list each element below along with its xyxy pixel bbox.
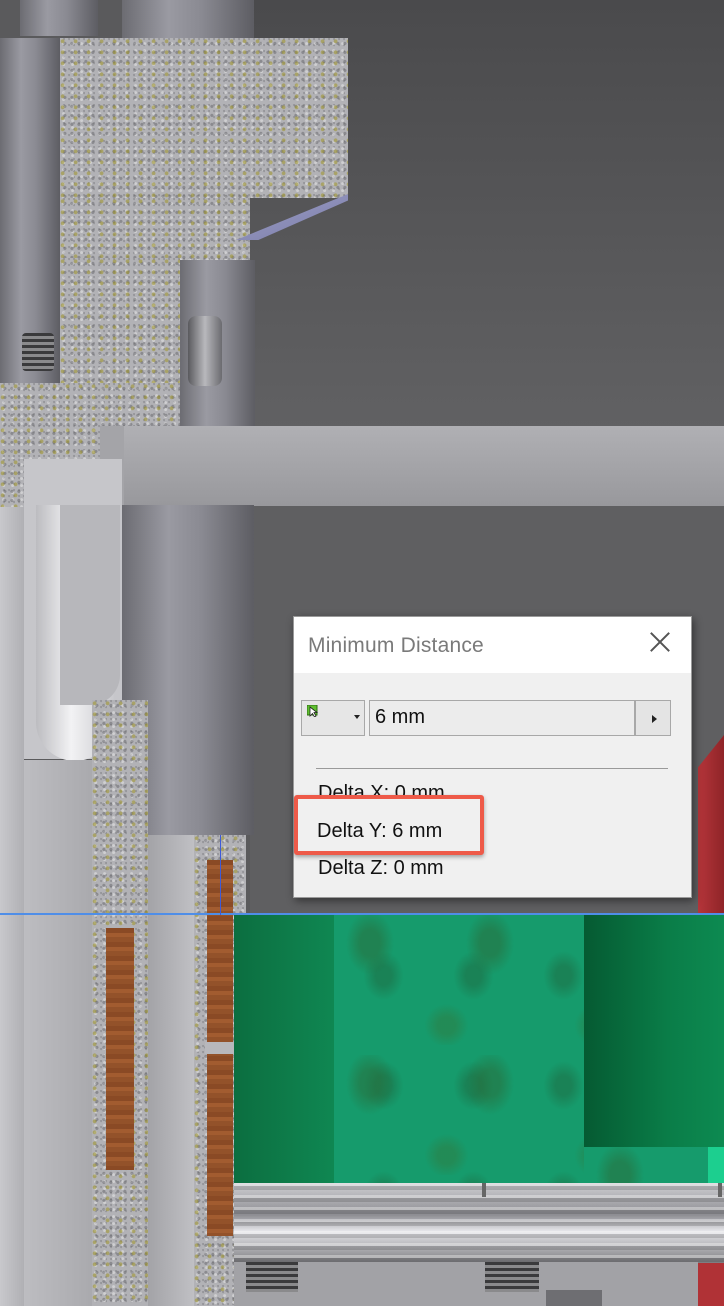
chevron-right-icon[interactable]: [635, 700, 671, 736]
green-block-lower-right: [584, 1147, 708, 1183]
red-part-bottom: [698, 1262, 724, 1306]
round-pin: [188, 316, 222, 386]
speckled-block-lower: [60, 198, 250, 260]
spring-left: [246, 1262, 298, 1292]
selection-filter-button[interactable]: [301, 700, 365, 736]
delta-z-readout: Delta Z: 0 mm: [318, 857, 444, 879]
lower-left-panel: [24, 760, 94, 1306]
dialog-titlebar[interactable]: Minimum Distance: [294, 617, 691, 673]
left-speckle-strip: [0, 459, 24, 507]
bottom-dark-block: [546, 1290, 602, 1306]
chevron-down-icon: [354, 715, 360, 719]
silver-band: [234, 1183, 724, 1263]
select-pointer-icon: [307, 705, 319, 717]
highlight-box: Delta Y: 6 mm: [294, 795, 484, 855]
top-shaft: [122, 0, 254, 40]
bottom-base: [234, 1262, 698, 1306]
minimum-distance-dialog: Minimum Distance 6 mm Delta X: 0 mm Delt…: [293, 616, 692, 898]
spring-right: [485, 1262, 539, 1292]
left-steel-column: [0, 38, 60, 383]
copper-strip-left: [106, 928, 134, 1170]
band-pin-1: [482, 1183, 486, 1197]
delta-y-readout: Delta Y: 6 mm: [317, 820, 443, 842]
separator: [316, 768, 668, 769]
measure-line-horizontal: [0, 913, 724, 915]
distance-value-field[interactable]: 6 mm: [369, 700, 635, 736]
green-block-right: [584, 915, 724, 1147]
hook-inner: [60, 505, 120, 705]
green-block-left: [234, 915, 334, 1183]
horizontal-rail: [100, 426, 724, 506]
close-icon[interactable]: [647, 629, 673, 655]
green-block-center: [334, 915, 584, 1183]
band-pin-2: [718, 1183, 722, 1197]
left-light-strip: [0, 459, 24, 1306]
threaded-screw-left: [22, 333, 54, 371]
top-pin-left: [20, 0, 98, 36]
dialog-title: Minimum Distance: [308, 634, 484, 657]
measure-line-vertical: [220, 835, 221, 915]
gap-column: [148, 835, 194, 1306]
speckled-block-upper: [60, 38, 348, 198]
green-edge: [708, 1147, 724, 1183]
